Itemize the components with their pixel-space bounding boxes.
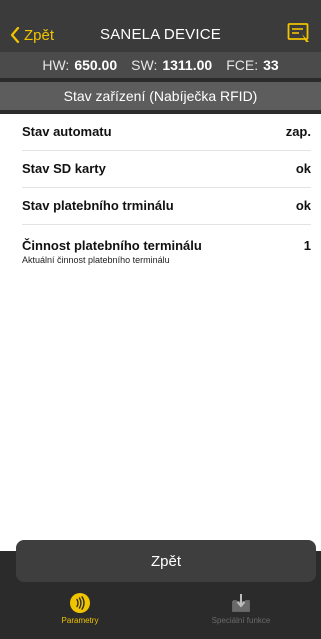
list-item: Činnost platebního terminálu 1 Aktuální … [22,228,311,274]
row-label: Stav SD karty [22,161,106,176]
row-subtitle: Aktuální činnost platebního terminálu [22,255,170,265]
tab-parametry[interactable]: Parametry [0,586,160,639]
tab-label: Parametry [61,616,99,625]
hw-value: 650.00 [74,57,118,73]
tab-specialni-funkce[interactable]: Speciální funkce [161,586,321,639]
nav-title: SANELA DEVICE [100,26,221,43]
menu-button[interactable] [287,22,311,44]
list-item: Stav SD karty ok [22,151,311,188]
fce-label: FCE: [226,57,259,73]
hw-label: HW: [42,57,70,73]
list-item: Stav platebního trminálu ok [22,188,311,225]
tab-label: Speciální funkce [211,616,271,625]
row-value: zap. [285,124,311,139]
row-label: Stav automatu [22,124,112,139]
row-value: 1 [303,238,311,253]
download-icon [232,594,250,612]
row-value: ok [295,161,311,176]
back-button[interactable]: Zpět [16,540,316,582]
row-value: ok [295,198,311,213]
nfc-icon [70,593,90,613]
section-title: Stav zařízení (Nabíječka RFID) [0,82,321,110]
device-info-bar: HW: 650.00 SW: 1311.00 FCE: 33 [0,52,321,78]
list-item: Stav automatu zap. [22,114,311,151]
status-list: Stav automatu zap. Stav SD karty ok Stav… [0,114,321,551]
row-label: Stav platebního trminálu [22,198,174,213]
row-label: Činnost platebního terminálu [22,238,202,253]
sw-label: SW: [131,57,158,73]
navigation-bar: Zpět SANELA DEVICE [0,0,321,52]
sw-value: 1311.00 [162,57,213,73]
fce-value: 33 [263,57,279,73]
tab-bar: Parametry Speciální funkce [0,586,321,639]
list-edit-icon [287,23,309,42]
